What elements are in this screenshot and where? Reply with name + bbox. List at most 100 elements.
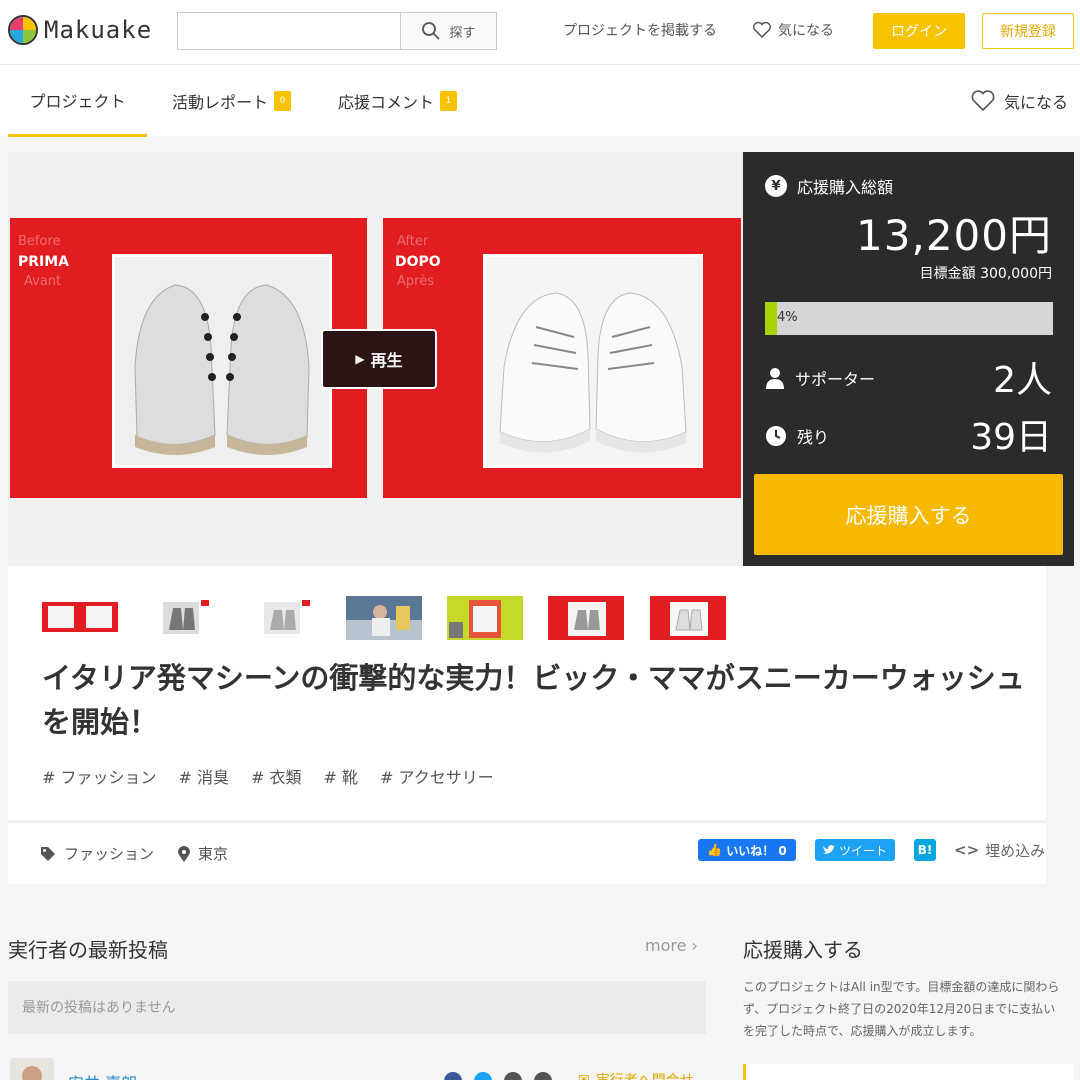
funding-stats-panel: ¥ 応援購入総額 13,200円 目標金額 300,000円 4% サポーター … <box>743 152 1074 566</box>
support-purchase-button[interactable]: 応援購入する <box>754 474 1063 555</box>
twitter-icon[interactable] <box>474 1072 492 1080</box>
tag-link[interactable]: # アクセサリー <box>380 764 494 788</box>
progress-fill <box>765 302 777 335</box>
yen-icon: ¥ <box>765 175 787 197</box>
contact-author-button[interactable]: ✉ 実行者へ問合せ <box>578 1070 694 1080</box>
facebook-icon[interactable] <box>444 1072 462 1080</box>
mail-icon: ✉ <box>578 1072 590 1080</box>
supporters-label: サポーター <box>795 370 876 389</box>
tab-activity-report[interactable]: 活動レポート 0 <box>172 65 292 137</box>
chevron-right-icon: › <box>691 936 698 955</box>
logo-text: Makuake <box>44 16 153 44</box>
tab-comments-label: 応援コメント <box>338 93 435 112</box>
play-video-button[interactable]: ▶ 再生 <box>321 329 437 389</box>
remaining-row: 残り <box>765 424 829 448</box>
tag-list: # ファッション # 消臭 # 衣類 # 靴 # アクセサリー <box>42 764 494 788</box>
search-button[interactable]: 探す <box>400 13 496 49</box>
location-pin-icon <box>178 845 190 862</box>
supporters-count: 2人 <box>993 360 1052 401</box>
hatena-bookmark-button[interactable]: B! <box>914 839 936 861</box>
play-icon: ▶ <box>355 352 365 366</box>
total-label-row: ¥ 応援購入総額 <box>765 174 893 198</box>
gallery-thumbnail[interactable] <box>548 596 624 640</box>
before-main-text: PRIMA <box>18 254 70 270</box>
search-bar: 探す <box>177 12 497 50</box>
search-icon <box>422 22 441 40</box>
project-hero-media: Before PRIMA Avant After DOPO Après ▶ 再生 <box>8 152 743 566</box>
comments-count-badge: 1 <box>440 91 458 111</box>
post-project-label: プロジェクトを掲載する <box>563 23 717 39</box>
gallery-thumbnail[interactable] <box>447 596 523 640</box>
post-project-link[interactable]: プロジェクトを掲載する <box>563 20 717 40</box>
more-posts-link[interactable]: more › <box>645 936 698 955</box>
tweet-button[interactable]: ツイート <box>815 839 895 861</box>
before-sub-text: Avant <box>24 274 62 289</box>
embed-label: 埋め込み <box>985 841 1046 860</box>
latest-posts-heading: 実行者の最新投稿 <box>8 938 168 962</box>
activity-report-count-badge: 0 <box>274 91 292 111</box>
location-label: 東京 <box>198 845 229 863</box>
gallery-thumbnail[interactable] <box>346 596 422 640</box>
header-favorite-label: 気になる <box>778 23 834 39</box>
author-row: 安井 嘉朗 ✉ 実行者へ問合せ <box>8 1058 706 1080</box>
site-header: Makuake 探す プロジェクトを掲載する 気になる ログイン 新規登録 <box>0 0 1080 64</box>
gallery-thumbnail[interactable] <box>42 596 118 640</box>
heart-icon <box>753 21 771 39</box>
author-name-link[interactable]: 安井 嘉朗 <box>68 1070 137 1080</box>
remaining-label: 残り <box>797 428 830 447</box>
gallery-thumbnail[interactable] <box>650 596 726 640</box>
heart-icon <box>971 90 995 112</box>
clock-icon <box>766 426 786 446</box>
login-button[interactable]: ログイン <box>873 13 965 49</box>
embed-button[interactable]: <> 埋め込み <box>954 839 1045 861</box>
tag-link[interactable]: # 靴 <box>324 764 359 788</box>
target-amount: 目標金額 300,000円 <box>919 266 1052 282</box>
dirty-sneakers-image <box>112 254 332 468</box>
before-small-text: Before <box>18 234 61 249</box>
makuake-logo[interactable]: Makuake <box>8 15 152 45</box>
more-label: more <box>645 936 687 955</box>
after-label: After DOPO Après <box>395 232 441 292</box>
facebook-like-button[interactable]: 👍 いいね！ 0 <box>698 839 796 861</box>
category-link[interactable]: ファッション <box>40 843 154 864</box>
funding-progress-bar: 4% <box>765 302 1053 335</box>
gallery-thumbnail[interactable] <box>244 596 320 640</box>
instagram-icon[interactable] <box>534 1072 552 1080</box>
project-meta-bar: ファッション 東京 👍 いいね！ 0 ツイート B! <> 埋め込み <box>8 822 1046 884</box>
support-description: このプロジェクトはAll in型です。目標金額の達成に関わらず、プロジェクト終了… <box>743 980 1060 1038</box>
category-label: ファッション <box>64 845 155 863</box>
gallery-thumbnail[interactable] <box>143 596 219 640</box>
header-favorite-link[interactable]: 気になる <box>752 20 834 40</box>
tweet-label: ツイート <box>838 843 887 858</box>
tag-icon <box>41 846 55 861</box>
total-amount: 13,200円 <box>856 211 1052 260</box>
tab-activity-report-label: 活動レポート <box>172 93 269 112</box>
project-title: イタリア発マシーンの衝撃的な実力！ビック・ママがスニーカーウォッシュを開始！ <box>42 661 1025 739</box>
twitter-bird-icon <box>822 845 835 854</box>
person-icon <box>766 368 784 389</box>
after-main-text: DOPO <box>395 254 441 270</box>
location-link[interactable]: 東京 <box>178 843 228 864</box>
author-avatar[interactable] <box>10 1058 54 1080</box>
tab-favorite-label: 気になる <box>1003 93 1068 112</box>
project-info-card: イタリア発マシーンの衝撃的な実力！ビック・ママがスニーカーウォッシュを開始！ #… <box>8 566 1046 820</box>
after-sub-text: Après <box>397 274 434 289</box>
tag-link[interactable]: # 消臭 <box>179 764 230 788</box>
tab-comments[interactable]: 応援コメント 1 <box>338 65 458 137</box>
clean-sneakers-image <box>483 254 703 468</box>
tag-link[interactable]: # 衣類 <box>251 764 302 788</box>
remaining-days: 39日 <box>970 417 1052 458</box>
support-purchase-heading: 応援購入する <box>743 938 863 962</box>
tab-favorite-button[interactable]: 気になる <box>970 65 1068 137</box>
tag-link[interactable]: # ファッション <box>42 764 157 788</box>
before-panel: Before PRIMA Avant <box>10 218 367 498</box>
progress-percent: 4% <box>777 310 798 325</box>
search-input[interactable] <box>178 13 400 49</box>
reward-box <box>743 1064 1074 1080</box>
signup-button[interactable]: 新規登録 <box>982 13 1074 49</box>
tab-project[interactable]: プロジェクト <box>8 65 147 137</box>
contact-author-label: 実行者へ問合せ <box>596 1070 694 1080</box>
globe-icon[interactable] <box>504 1072 522 1080</box>
after-small-text: After <box>397 234 429 249</box>
logo-mark-icon <box>8 15 38 45</box>
